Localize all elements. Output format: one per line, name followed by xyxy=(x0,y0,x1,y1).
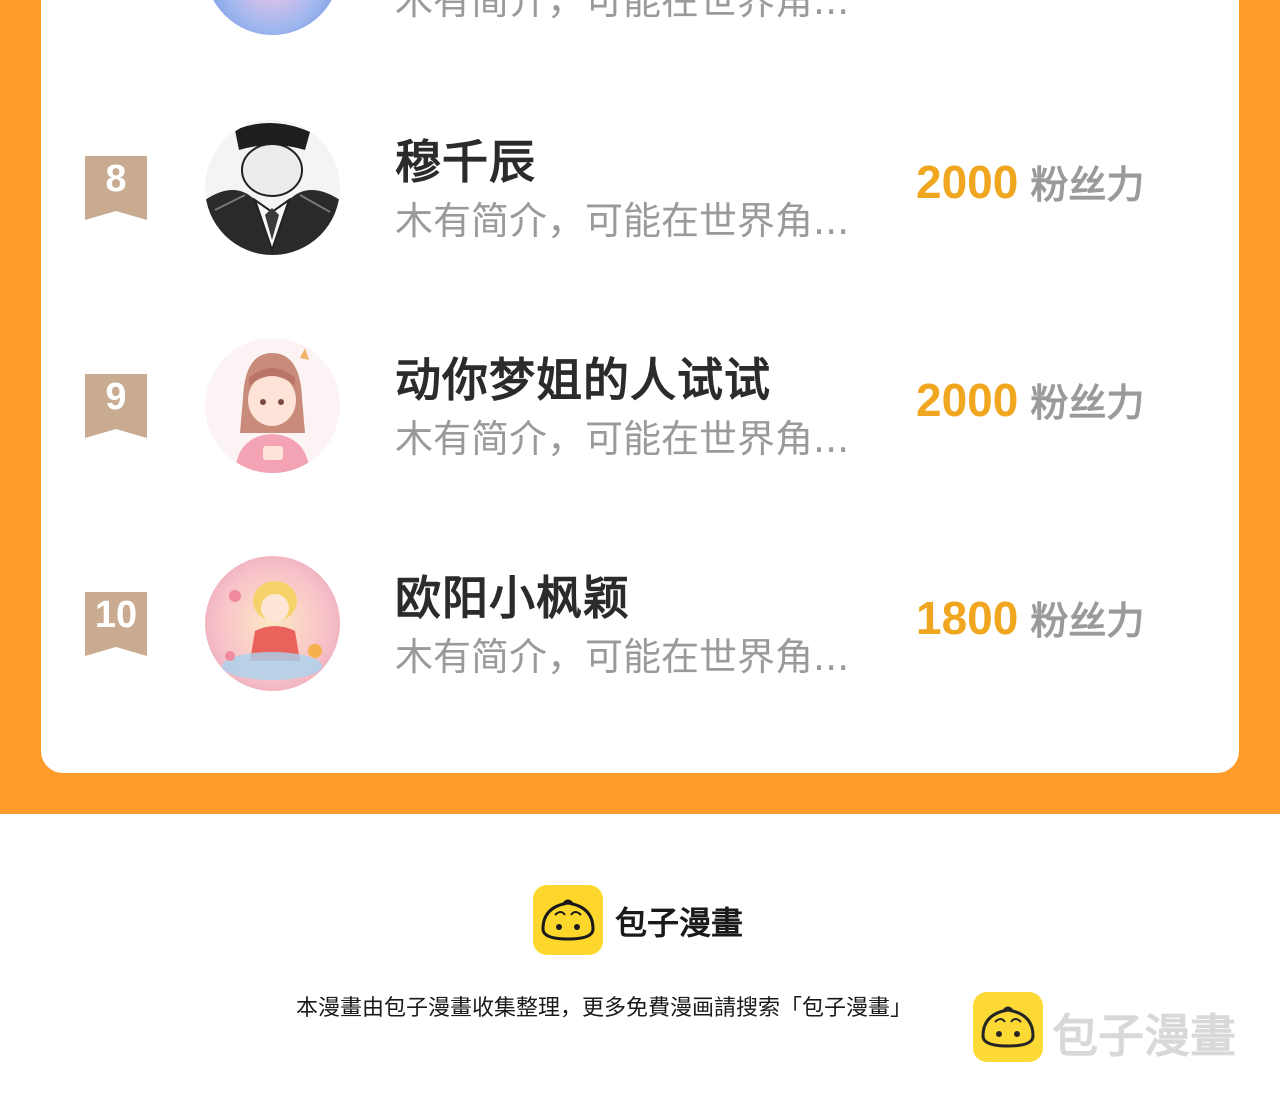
rank-badge: 8 xyxy=(85,156,147,220)
rank-number: 9 xyxy=(105,376,127,418)
fans-stat: 2000 粉丝力 xyxy=(916,154,1144,209)
fans-stat: 1800 粉丝力 xyxy=(916,590,1144,645)
fans-stat: 2000 粉丝力 xyxy=(916,372,1144,427)
fans-count: 2000 xyxy=(916,374,1019,426)
fans-count: 1800 xyxy=(916,592,1019,644)
user-description: 木有简介，可能在世界角... xyxy=(395,417,850,461)
fans-unit: 粉丝力 xyxy=(1030,381,1145,425)
avatar[interactable] xyxy=(205,556,340,691)
watermark-bun-icon xyxy=(973,992,1043,1062)
ranking-row-partial[interactable]: 木有简介，可能在世界角... xyxy=(0,0,1280,40)
avatar[interactable] xyxy=(205,120,340,255)
user-description: 木有简介，可能在世界角... xyxy=(395,635,850,679)
ranking-row[interactable]: 8 穆千辰 木有简介，可能在世界角... 2000 粉丝力 xyxy=(0,120,1280,260)
rank-number: 8 xyxy=(105,158,127,200)
footer-brand: 包子漫畫 xyxy=(615,904,744,942)
fans-unit: 粉丝力 xyxy=(1030,599,1145,643)
fans-unit: 粉丝力 xyxy=(1030,163,1145,207)
avatar[interactable] xyxy=(205,0,340,35)
bun-logo-icon xyxy=(533,885,603,955)
avatar[interactable] xyxy=(205,338,340,473)
footer-note: 本漫畫由包子漫畫收集整理，更多免費漫画請搜索「包子漫畫」 xyxy=(296,996,913,1021)
user-name: 动你梦姐的人试试 xyxy=(395,353,771,407)
user-description: 木有简介，可能在世界角... xyxy=(395,0,850,23)
rank-number: 10 xyxy=(94,594,138,636)
user-description: 木有简介，可能在世界角... xyxy=(395,199,850,243)
rank-badge: 9 xyxy=(85,374,147,438)
ranking-row[interactable]: 9 动你梦姐的人试试 木有简介，可能在世界角... 2000 粉丝力 xyxy=(0,338,1280,478)
ranking-row[interactable]: 10 欧阳小枫颖 木有简介，可能在世界角... 1800 粉丝力 xyxy=(0,556,1280,696)
user-name: 欧阳小枫颖 xyxy=(395,571,630,625)
rank-badge: 10 xyxy=(85,592,147,656)
user-name: 穆千辰 xyxy=(395,135,536,189)
watermark-text: 包子漫畫 xyxy=(1052,1009,1236,1063)
fans-count: 2000 xyxy=(916,156,1019,208)
